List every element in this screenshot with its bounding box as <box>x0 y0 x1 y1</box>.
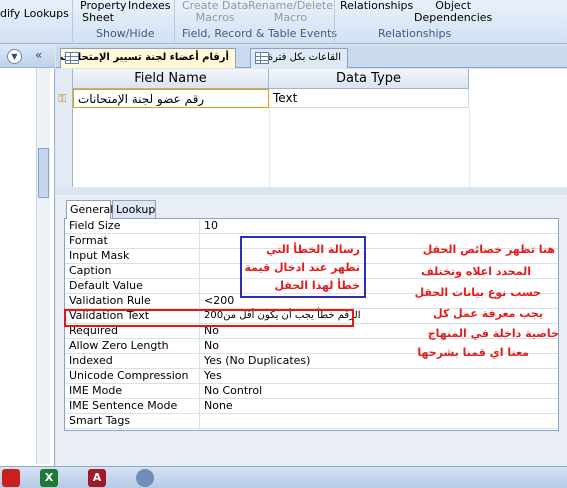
callout-line: تظهر عند ادخال قيمة <box>244 261 360 274</box>
show-hide-group-label: Show/Hide <box>96 27 155 40</box>
tab-label: أرقام أعضاء لجنة تسيير الإمتحانات <box>60 52 229 63</box>
app-icon[interactable] <box>136 469 154 487</box>
error-message-callout: رسالة الخطأ التي تظهر عند ادخال قيمة خطأ… <box>240 236 366 298</box>
pdf-icon[interactable] <box>2 469 20 487</box>
table-icon <box>65 52 79 64</box>
chevron-down-icon[interactable]: ▼ <box>7 49 22 64</box>
rename-delete-macro-button[interactable]: Rename/Delete Macro <box>248 0 333 24</box>
ribbon-separator <box>72 0 73 42</box>
note-line: هنا تظهر خصائص الحقل <box>422 243 555 256</box>
validation-text-highlight <box>64 309 354 327</box>
property-row[interactable]: IME Sentence Mode None <box>65 399 558 414</box>
field-design-grid: ⚿ Field Name Data Type رقم عضو لجنة الإم… <box>56 69 567 187</box>
lookups-button-partial[interactable]: dify Lookups <box>0 8 69 20</box>
scrollbar-thumb[interactable] <box>38 148 49 198</box>
tab-label: القاعات بكل فترة <box>267 52 341 63</box>
property-row[interactable]: IME Mode No Control <box>65 384 558 399</box>
note-line: حسب نوع بيانات الحقل <box>414 286 541 299</box>
document-tab-strip: أرقام أعضاء لجنة تسيير الإمتحانات القاعا… <box>56 46 567 68</box>
tab-general[interactable]: General <box>66 200 113 219</box>
ribbon-separator <box>174 0 175 42</box>
grid-divider <box>469 108 470 187</box>
note-line: خاصية داخلة في المنهاج <box>427 327 559 340</box>
collapse-pane-icon[interactable]: « <box>35 48 42 62</box>
field-record-table-events-group-label: Field, Record & Table Events <box>182 27 338 40</box>
property-sheet-button[interactable]: Property Sheet <box>80 0 127 24</box>
property-row[interactable]: Unicode Compression Yes <box>65 369 558 384</box>
property-row[interactable]: Field Size 10 <box>65 219 558 234</box>
navigation-pane-header: ▼ « <box>0 46 55 68</box>
tab-table-design-active[interactable]: أرقام أعضاء لجنة تسيير الإمتحانات <box>60 48 236 68</box>
pane-splitter[interactable] <box>56 187 567 195</box>
object-dependencies-button[interactable]: Object Dependencies <box>414 0 492 24</box>
tab-lookup[interactable]: Lookup <box>112 200 156 219</box>
property-row[interactable]: Smart Tags <box>65 414 558 429</box>
note-line: معنا اي قمنا بشرحها <box>417 346 529 359</box>
callout-line: خطأ لهذا الحقل <box>274 279 360 292</box>
ribbon-separator <box>334 0 335 42</box>
grid-divider <box>269 108 270 187</box>
column-header-field-name: Field Name <box>73 69 269 89</box>
taskbar: X A <box>0 466 567 488</box>
query-icon <box>255 52 269 64</box>
relationships-group-label: Relationships <box>378 27 452 40</box>
note-line: يجب معرفة عمل كل <box>433 307 543 320</box>
indexes-button[interactable]: Indexes <box>128 0 170 12</box>
callout-line: رسالة الخطأ التي <box>266 243 360 256</box>
ribbon: dify Lookups Property Sheet Indexes Show… <box>0 0 567 44</box>
relationships-button[interactable]: Relationships <box>340 0 413 12</box>
note-line: المحدد اعلاه وتختلف <box>421 265 531 278</box>
navigation-pane: ▼ « <box>0 46 55 466</box>
column-header-data-type: Data Type <box>269 69 469 89</box>
navigation-scrollbar[interactable] <box>36 68 50 464</box>
create-data-macros-button[interactable]: Create Data Macros <box>182 0 248 24</box>
field-name-cell[interactable]: رقم عضو لجنة الإمتحانات <box>73 89 269 108</box>
data-type-cell[interactable]: Text <box>269 89 469 108</box>
primary-key-icon: ⚿ <box>58 92 67 105</box>
row-selector-column[interactable]: ⚿ <box>56 69 73 187</box>
excel-icon[interactable]: X <box>40 469 58 487</box>
access-icon[interactable]: A <box>88 469 106 487</box>
tab-query[interactable]: القاعات بكل فترة <box>250 48 348 68</box>
